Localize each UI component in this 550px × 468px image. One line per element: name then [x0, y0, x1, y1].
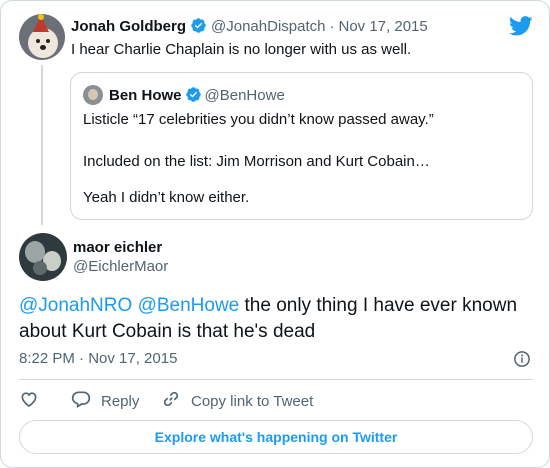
parent-author-handle[interactable]: @JonahDispatch	[211, 18, 325, 35]
main-tweet-text: @JonahNRO @BenHowe the only thing I have…	[19, 293, 519, 345]
parent-author-name[interactable]: Jonah Goldberg	[71, 18, 186, 35]
quoted-author-handle: @BenHowe	[204, 87, 285, 104]
parent-tweet-text: I hear Charlie Chaplain is no longer wit…	[71, 41, 412, 58]
mention-link[interactable]: @BenHowe	[138, 295, 240, 316]
quoted-tweet[interactable]: Ben Howe @BenHowe Listicle “17 celebritie…	[70, 72, 533, 220]
divider	[19, 379, 533, 380]
verified-badge-icon	[190, 17, 207, 39]
parent-tweet-header: Jonah Goldberg @JonahDispatch · Nov 17, 201…	[71, 17, 432, 39]
thread-connector-line	[41, 65, 43, 225]
embedded-tweet-card: Jonah Goldberg @JonahDispatch · Nov 17, 201…	[0, 0, 550, 468]
info-icon[interactable]	[513, 350, 531, 368]
quoted-author-name: Ben Howe	[109, 87, 182, 104]
explore-twitter-button[interactable]: Explore what's happening on Twitter	[19, 420, 533, 454]
twitter-bird-icon[interactable]	[508, 16, 533, 36]
reply-icon	[71, 389, 101, 413]
header-separator: ·	[329, 18, 335, 35]
like-button[interactable]	[19, 389, 49, 413]
link-icon	[161, 389, 191, 413]
quoted-tweet-line: Listicle “17 celebrities you didn’t know…	[83, 111, 434, 128]
copy-link-label: Copy link to Tweet	[191, 392, 314, 410]
main-author-handle[interactable]: @EichlerMaor	[73, 258, 168, 275]
main-author-name[interactable]: maor eichler	[73, 239, 162, 256]
heart-icon	[19, 389, 49, 413]
reply-label: Reply	[101, 392, 140, 410]
mention-link[interactable]: @JonahNRO	[19, 295, 132, 316]
ben-howe-avatar	[83, 85, 103, 105]
jonah-goldberg-avatar[interactable]	[19, 14, 65, 60]
quoted-tweet-header: Ben Howe @BenHowe	[109, 86, 288, 108]
maor-eichler-avatar[interactable]	[19, 233, 67, 281]
copy-link-button[interactable]: Copy link to Tweet	[161, 389, 313, 413]
quoted-tweet-line: Included on the list: Jim Morrison and K…	[83, 153, 430, 170]
parent-tweet-date[interactable]: Nov 17, 2015	[338, 18, 427, 35]
verified-badge-icon	[185, 86, 202, 108]
tweet-timestamp[interactable]: 8:22 PM · Nov 17, 2015	[19, 350, 177, 367]
quoted-tweet-line: Yeah I didn’t know either.	[83, 189, 250, 206]
reply-button[interactable]: Reply	[71, 389, 139, 413]
